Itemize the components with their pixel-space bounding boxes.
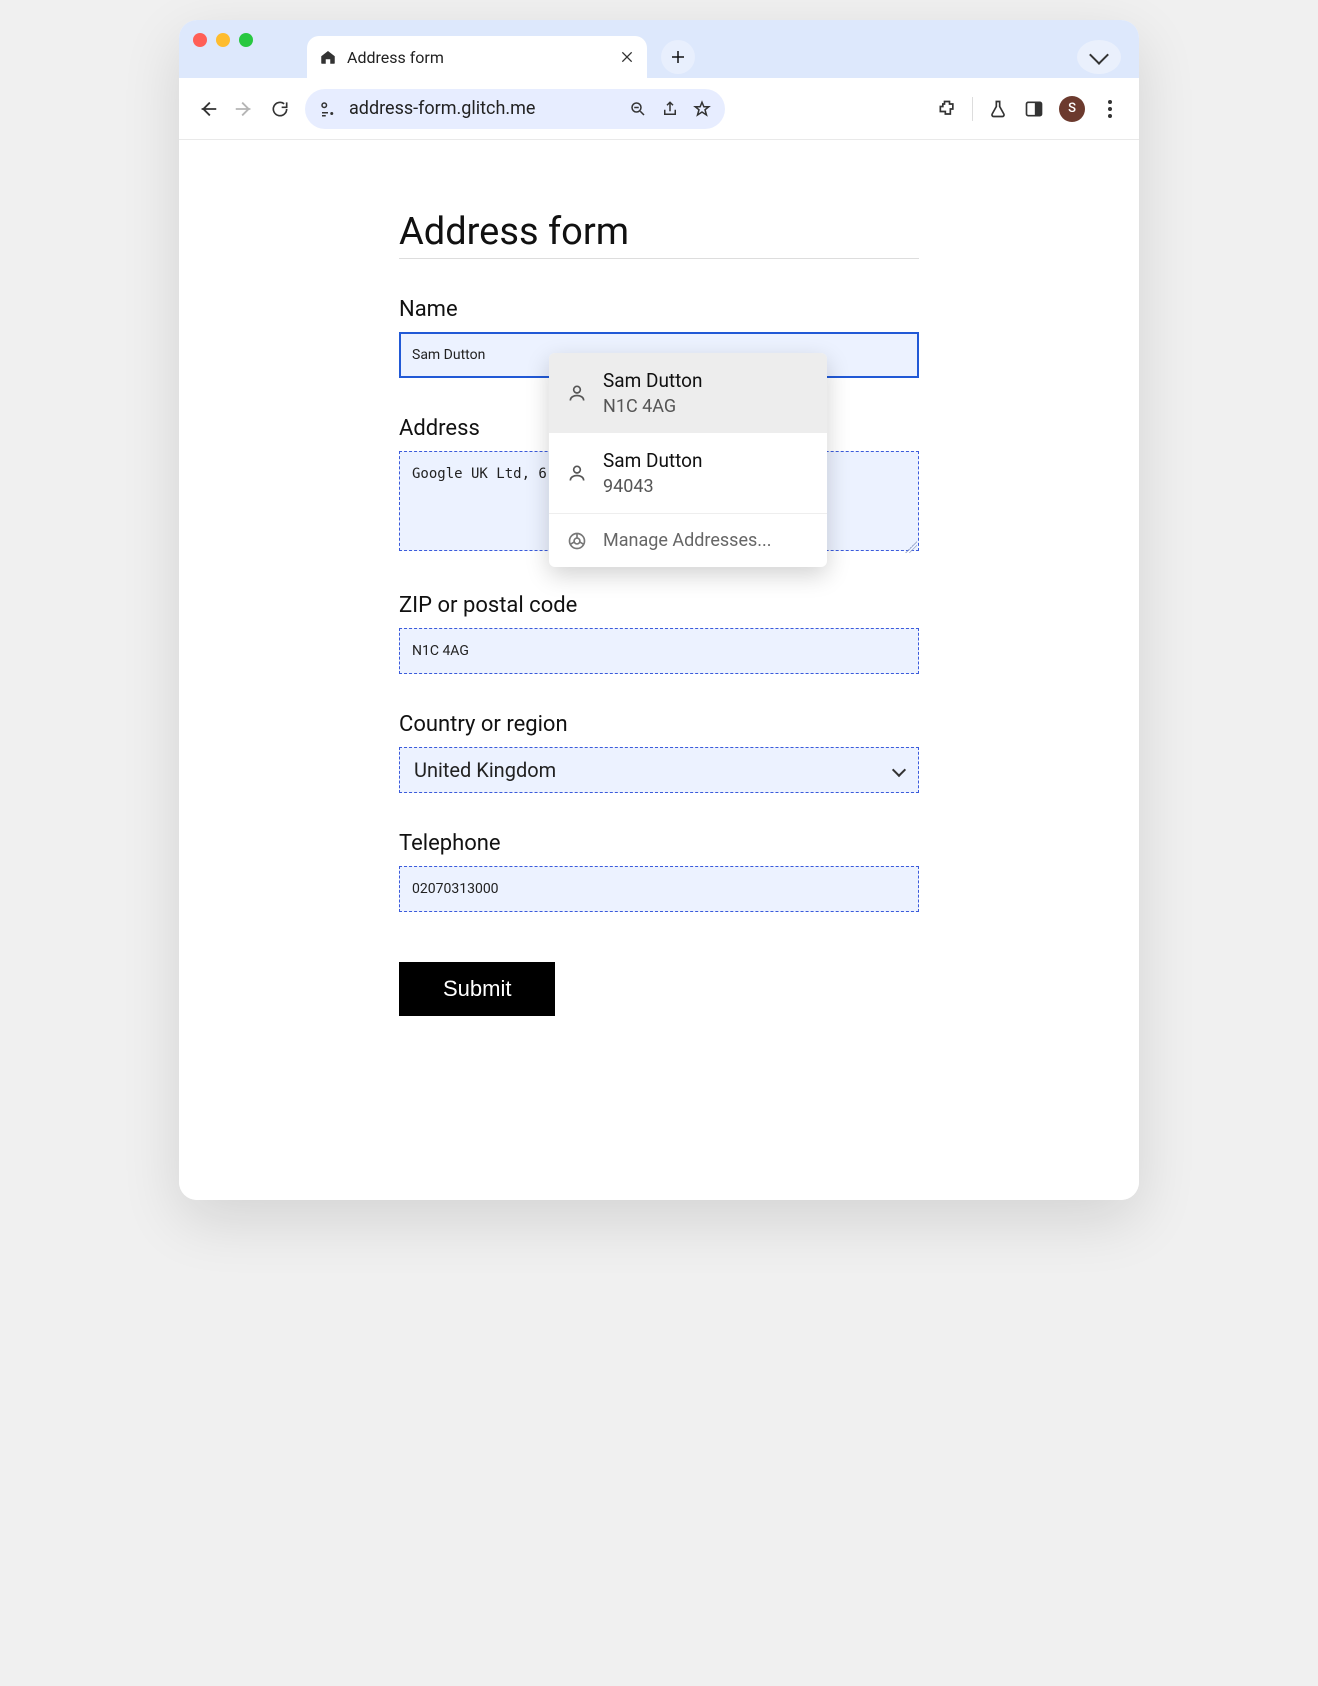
bookmark-icon[interactable] xyxy=(693,100,711,118)
telephone-label: Telephone xyxy=(399,831,919,856)
country-field: Country or region United Kingdom xyxy=(399,712,919,793)
person-icon xyxy=(567,383,587,403)
manage-addresses-label: Manage Addresses... xyxy=(603,530,772,551)
share-icon[interactable] xyxy=(661,100,679,118)
autofill-suggestion[interactable]: Sam Dutton N1C 4AG xyxy=(549,353,827,433)
toolbar: address-form.glitch.me xyxy=(179,78,1139,140)
favicon-icon xyxy=(319,48,337,66)
chevron-down-icon xyxy=(1089,45,1109,65)
profile-avatar[interactable]: S xyxy=(1059,96,1085,122)
zoom-icon[interactable] xyxy=(629,100,647,118)
window-controls xyxy=(193,20,253,78)
chevron-down-icon xyxy=(892,763,906,777)
country-label: Country or region xyxy=(399,712,919,737)
site-info-icon[interactable] xyxy=(319,100,337,118)
labs-button[interactable] xyxy=(987,98,1009,120)
autofill-name: Sam Dutton xyxy=(603,449,703,472)
autofill-popup: Sam Dutton N1C 4AG Sam Dutton 94043 xyxy=(549,353,827,567)
menu-button[interactable] xyxy=(1099,98,1121,120)
telephone-field: Telephone xyxy=(399,831,919,912)
avatar-initial: S xyxy=(1068,101,1076,116)
chrome-icon xyxy=(567,531,587,551)
separator xyxy=(972,97,973,121)
person-icon xyxy=(567,463,587,483)
close-tab-button[interactable] xyxy=(619,49,635,65)
page-title: Address form xyxy=(399,210,919,259)
back-button[interactable] xyxy=(197,98,219,120)
telephone-input[interactable] xyxy=(399,866,919,912)
autofill-suggestion[interactable]: Sam Dutton 94043 xyxy=(549,433,827,513)
extensions-button[interactable] xyxy=(936,98,958,120)
forward-button[interactable] xyxy=(233,98,255,120)
reload-button[interactable] xyxy=(269,98,291,120)
zip-input[interactable] xyxy=(399,628,919,674)
tab-title: Address form xyxy=(347,48,444,67)
address-form: Address form Name Sam Dutton N1C 4AG xyxy=(399,180,919,1140)
close-window-button[interactable] xyxy=(193,33,207,47)
name-label: Name xyxy=(399,297,919,322)
kebab-icon xyxy=(1108,100,1112,118)
page-content: Address form Name Sam Dutton N1C 4AG xyxy=(179,140,1139,1200)
sidepanel-button[interactable] xyxy=(1023,98,1045,120)
autofill-detail: 94043 xyxy=(603,476,703,497)
autofill-name: Sam Dutton xyxy=(603,369,703,392)
maximize-window-button[interactable] xyxy=(239,33,253,47)
manage-addresses-button[interactable]: Manage Addresses... xyxy=(549,513,827,567)
address-bar[interactable]: address-form.glitch.me xyxy=(305,89,725,129)
browser-tab[interactable]: Address form xyxy=(307,36,647,78)
name-field: Name Sam Dutton N1C 4AG xyxy=(399,297,919,378)
country-select[interactable]: United Kingdom xyxy=(399,747,919,793)
country-value: United Kingdom xyxy=(414,758,556,782)
tab-list-button[interactable] xyxy=(1077,40,1121,74)
browser-window: Address form address-form.glitch.me xyxy=(179,20,1139,1200)
zip-label: ZIP or postal code xyxy=(399,593,919,618)
submit-button[interactable]: Submit xyxy=(399,962,555,1016)
autofill-detail: N1C 4AG xyxy=(603,396,703,417)
minimize-window-button[interactable] xyxy=(216,33,230,47)
new-tab-button[interactable] xyxy=(661,40,695,74)
titlebar: Address form xyxy=(179,20,1139,78)
resize-handle-icon[interactable] xyxy=(905,541,917,553)
url-text: address-form.glitch.me xyxy=(349,98,535,119)
zip-field: ZIP or postal code xyxy=(399,593,919,674)
